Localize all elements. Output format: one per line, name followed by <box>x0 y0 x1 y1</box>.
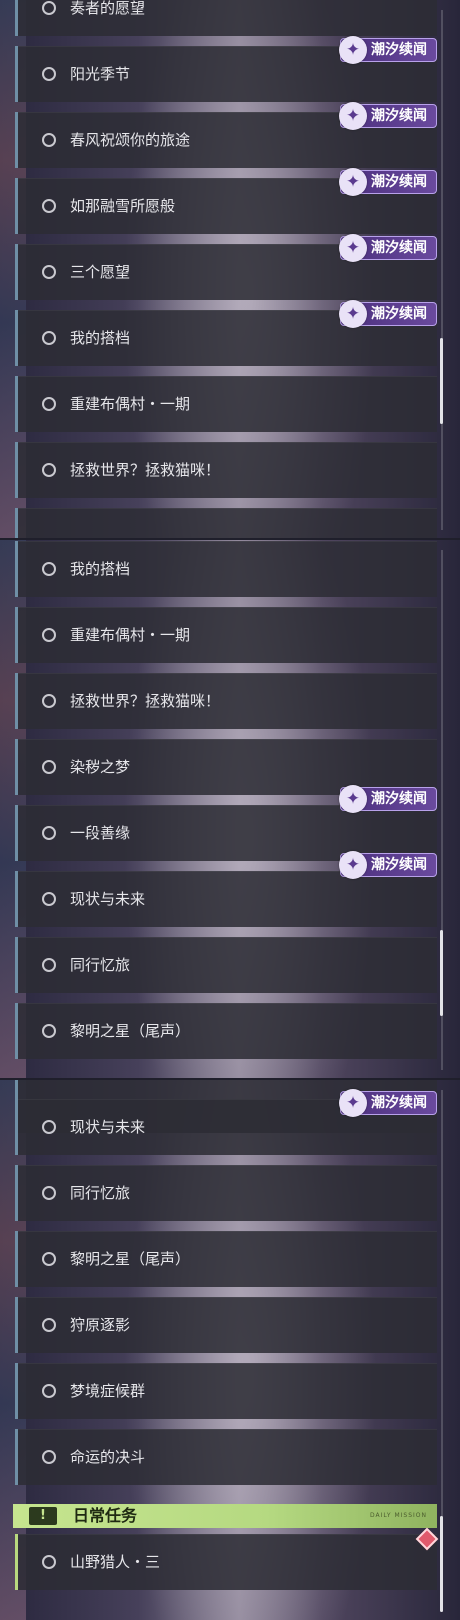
quest-status-circle-icon <box>42 1 56 15</box>
quest-title: 山野猎人・三 <box>70 1553 161 1571</box>
quest-status-circle-icon <box>42 694 56 708</box>
tidal-story-tag: ✦ 潮汐续闻 <box>339 300 437 328</box>
quest-title: 我的搭档 <box>70 560 131 578</box>
quest-item[interactable]: 我的搭档 <box>15 541 437 597</box>
quest-item[interactable]: 现状与未来 <box>15 871 437 927</box>
scrollbar-thumb[interactable] <box>440 338 443 424</box>
quest-item[interactable]: 拯救世界？拯救猫咪！ <box>15 442 437 498</box>
sparkle-emblem-icon: ✦ <box>339 300 367 328</box>
sparkle-emblem-icon: ✦ <box>339 785 367 813</box>
quest-item[interactable]: 黎明之星（尾声） <box>15 1231 437 1287</box>
quest-title: 同行忆旅 <box>70 956 131 974</box>
tag-label: 潮汐续闻 <box>371 857 427 873</box>
exclamation-icon: ! <box>29 1507 57 1525</box>
quest-item[interactable] <box>15 508 437 538</box>
quest-title: 我的搭档 <box>70 329 131 347</box>
quest-item[interactable]: 命运的决斗 <box>15 1429 437 1485</box>
quest-title: 重建布偶村・一期 <box>70 626 191 644</box>
quest-list-panel-1: 奏者的愿望 阳光季节 春风祝颂你的旅途 如那融雪所愿般 三个愿望 我的搭档 重建… <box>0 0 460 538</box>
quest-status-circle-icon <box>42 1252 56 1266</box>
quest-title: 重建布偶村・一期 <box>70 395 191 413</box>
quest-status-circle-icon <box>42 133 56 147</box>
quest-status-circle-icon <box>42 892 56 906</box>
quest-title: 拯救世界？拯救猫咪！ <box>70 692 221 710</box>
quest-status-circle-icon <box>42 1450 56 1464</box>
section-subtitle: DAILY MISSION <box>369 1512 427 1519</box>
quest-status-circle-icon <box>42 199 56 213</box>
quest-status-circle-icon <box>42 397 56 411</box>
quest-status-circle-icon <box>42 562 56 576</box>
quest-item[interactable]: 重建布偶村・一期 <box>15 607 437 663</box>
quest-title: 狩原逐影 <box>70 1316 131 1334</box>
tag-label: 潮汐续闻 <box>371 42 427 58</box>
quest-item[interactable]: 奏者的愿望 <box>15 0 437 36</box>
section-title: 日常任务 <box>73 1506 138 1525</box>
quest-item[interactable]: 拯救世界？拯救猫咪！ <box>15 673 437 729</box>
quest-title: 三个愿望 <box>70 263 131 281</box>
quest-item[interactable]: 梦境症候群 <box>15 1363 437 1419</box>
sparkle-emblem-icon: ✦ <box>339 1089 367 1117</box>
sparkle-emblem-icon: ✦ <box>339 102 367 130</box>
quest-status-circle-icon <box>42 463 56 477</box>
quest-title: 黎明之星（尾声） <box>70 1022 191 1040</box>
scrollbar-track[interactable] <box>441 10 443 530</box>
quest-status-circle-icon <box>42 331 56 345</box>
quest-status-circle-icon <box>42 1120 56 1134</box>
tag-label: 潮汐续闻 <box>371 174 427 190</box>
quest-title: 奏者的愿望 <box>70 0 146 17</box>
sparkle-emblem-icon: ✦ <box>339 234 367 262</box>
sparkle-emblem-icon: ✦ <box>339 36 367 64</box>
tidal-story-tag: ✦ 潮汐续闻 <box>339 102 437 130</box>
quest-title: 染秽之梦 <box>70 758 131 776</box>
quest-status-circle-icon <box>42 826 56 840</box>
tag-label: 潮汐续闻 <box>371 1095 427 1111</box>
quest-status-circle-icon <box>42 760 56 774</box>
tag-label: 潮汐续闻 <box>371 108 427 124</box>
tidal-story-tag: ✦ 潮汐续闻 <box>339 785 437 813</box>
daily-quest-item[interactable]: 山野猎人・三 <box>15 1534 437 1590</box>
quest-item[interactable]: 狩原逐影 <box>15 1297 437 1353</box>
tidal-story-tag: ✦ 潮汐续闻 <box>339 1089 437 1117</box>
tidal-story-tag: ✦ 潮汐续闻 <box>339 168 437 196</box>
scrollbar-thumb[interactable] <box>440 930 443 1016</box>
quest-title: 拯救世界？拯救猫咪！ <box>70 461 221 479</box>
quest-title: 现状与未来 <box>70 890 146 908</box>
quest-title: 一段善缘 <box>70 824 131 842</box>
tidal-story-tag: ✦ 潮汐续闻 <box>339 234 437 262</box>
quest-title: 黎明之星（尾声） <box>70 1250 191 1268</box>
scrollbar-thumb[interactable] <box>440 1516 443 1612</box>
quest-title: 同行忆旅 <box>70 1184 131 1202</box>
quest-title: 梦境症候群 <box>70 1382 146 1400</box>
quest-list-panel-3: 现状与未来 同行忆旅 黎明之星（尾声） 狩原逐影 梦境症候群 命运的决斗 ✦ 潮… <box>0 1080 460 1620</box>
quest-status-circle-icon <box>42 265 56 279</box>
tag-label: 潮汐续闻 <box>371 306 427 322</box>
quest-item[interactable]: 重建布偶村・一期 <box>15 376 437 432</box>
quest-status-circle-icon <box>42 1318 56 1332</box>
quest-title: 命运的决斗 <box>70 1448 146 1466</box>
sparkle-emblem-icon: ✦ <box>339 851 367 879</box>
quest-status-circle-icon <box>42 1384 56 1398</box>
quest-status-circle-icon <box>42 67 56 81</box>
quest-item[interactable]: 黎明之星（尾声） <box>15 1003 437 1059</box>
quest-item[interactable]: 同行忆旅 <box>15 937 437 993</box>
sparkle-emblem-icon: ✦ <box>339 168 367 196</box>
quest-item[interactable]: 同行忆旅 <box>15 1165 437 1221</box>
quest-title: 阳光季节 <box>70 65 131 83</box>
quest-title: 春风祝颂你的旅途 <box>70 131 191 149</box>
tidal-story-tag: ✦ 潮汐续闻 <box>339 851 437 879</box>
quest-status-circle-icon <box>42 1024 56 1038</box>
quest-status-circle-icon <box>42 958 56 972</box>
quest-list-panel-2: 我的搭档 重建布偶村・一期 拯救世界？拯救猫咪！ 染秽之梦 一段善缘 现状与未来… <box>0 540 460 1078</box>
quest-status-circle-icon <box>42 628 56 642</box>
quest-title: 现状与未来 <box>70 1118 146 1136</box>
quest-status-circle-icon <box>42 1555 56 1569</box>
quest-status-circle-icon <box>42 1186 56 1200</box>
tag-label: 潮汐续闻 <box>371 240 427 256</box>
daily-missions-header[interactable]: ! 日常任务 DAILY MISSION <box>13 1504 437 1528</box>
tidal-story-tag: ✦ 潮汐续闻 <box>339 36 437 64</box>
quest-title: 如那融雪所愿般 <box>70 197 176 215</box>
tag-label: 潮汐续闻 <box>371 791 427 807</box>
